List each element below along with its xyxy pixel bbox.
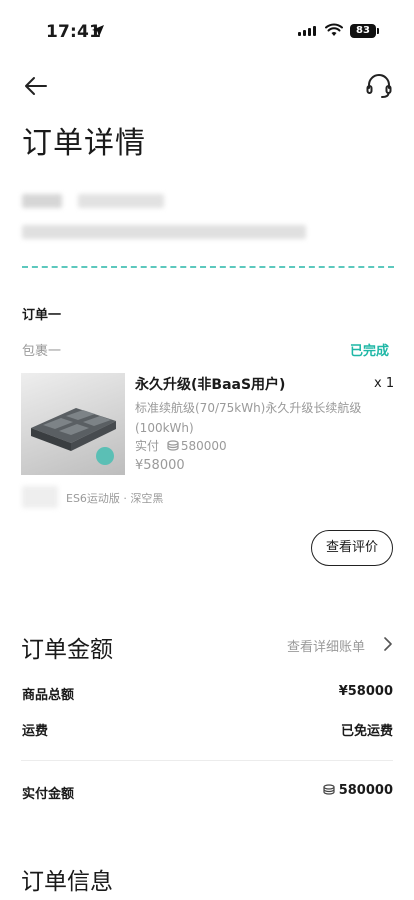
variant-thumbnail-redacted: [22, 486, 58, 508]
goods-total-label: 商品总额: [22, 688, 75, 703]
cellular-signal-icon: [298, 26, 316, 36]
customer-service-headset-icon[interactable]: [364, 71, 394, 101]
address-divider-dashed: [22, 266, 394, 268]
order-info-section-title: 订单信息: [21, 869, 113, 895]
address-redacted: [22, 225, 306, 239]
amount-section-title: 订单金额: [21, 637, 113, 663]
battery-indicator: 83: [350, 24, 379, 38]
paid-label: 实付: [135, 439, 160, 453]
battery-pack-illustration: [31, 408, 116, 465]
shipping-value: 已免运费: [340, 724, 393, 739]
order-status: 已完成: [350, 344, 390, 359]
product-spec: 标准续航级(70/75kWh)永久升级长续航级(100kWh): [135, 401, 362, 435]
paid-total-label: 实付金额: [22, 787, 75, 802]
product-quantity: x 1: [374, 376, 395, 391]
page-title: 订单详情: [22, 126, 146, 161]
package-label: 包裹一: [22, 344, 62, 359]
amount-divider: [21, 760, 393, 761]
view-detailed-bill-link[interactable]: 查看详细账单: [287, 636, 365, 655]
shipping-label: 运费: [22, 724, 49, 739]
chevron-right-icon[interactable]: [383, 637, 393, 651]
paid-total-value: 580000: [338, 783, 393, 798]
product-paid-line: 实付 580000: [135, 437, 227, 454]
recipient-name-redacted: [22, 194, 62, 208]
product-price: ¥58000: [135, 458, 185, 473]
location-arrow-icon: [92, 25, 104, 37]
recipient-phone-redacted: [78, 194, 164, 208]
view-review-button[interactable]: 查看评价: [311, 530, 393, 566]
product-name[interactable]: 永久升级(非BaaS用户): [135, 374, 285, 394]
paid-value: 580000: [180, 439, 227, 453]
product-image[interactable]: [21, 373, 125, 475]
goods-total-value: ¥58000: [338, 684, 393, 699]
wifi-icon: [325, 23, 343, 36]
product-variant: ES6运动版 · 深空黑: [66, 492, 164, 505]
points-coin-icon: [323, 784, 335, 795]
order-label: 订单一: [22, 308, 62, 323]
paid-total: 580000: [323, 783, 393, 798]
points-coin-icon: [167, 440, 179, 451]
back-arrow-icon[interactable]: [22, 72, 50, 100]
